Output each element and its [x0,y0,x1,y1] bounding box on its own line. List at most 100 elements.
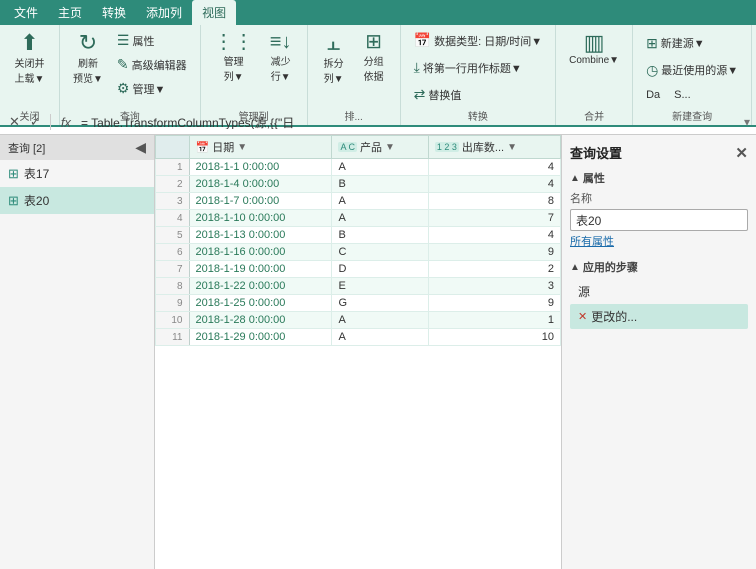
group-by-icon: ⊞ [365,32,382,52]
adv-editor-icon: ✎ [117,56,129,73]
step-error-icon: ✕ [578,310,587,323]
tab-transform[interactable]: 转换 [92,0,136,25]
row-num-cell: 1 [156,159,190,176]
qs-step-source[interactable]: 源 [570,279,748,304]
output-cell: 7 [428,210,560,227]
formula-bar-buttons: ✕ ✓ [6,114,44,130]
adv-editor-button[interactable]: ✎ 高级编辑器 [112,53,192,76]
manage-cols-button[interactable]: ⋮⋮ 管理列▼ [209,29,259,86]
table-body: 1 2018-1-1 0:00:00 A 4 2 2018-1-4 0:00:0… [156,159,561,346]
query-settings-panel: 查询设置 ✕ ▲ 属性 名称 所有属性 ▲ 应用的步骤 源 ✕ 更改的... [561,135,756,569]
replace-val-button[interactable]: ⇄ 替换值 [409,83,467,106]
split-col-button[interactable]: ⫠ 拆分列▼ [316,29,352,88]
ribbon-group-manage-cols: ⋮⋮ 管理列▼ ≡↓ 减少行▼ 管理列 [201,25,308,125]
date-cell: 2018-1-16 0:00:00 [189,244,332,261]
table-row: 5 2018-1-13 0:00:00 B 4 [156,227,561,244]
formula-expand-button[interactable]: ▾ [744,115,750,129]
table-row: 10 2018-1-28 0:00:00 A 1 [156,312,561,329]
qs-title: 查询设置 [570,143,622,162]
product-filter-icon[interactable]: ▼ [385,142,395,153]
reduce-rows-label: 减少行▼ [271,53,291,83]
product-cell: C [332,244,428,261]
adv-editor-label: 高级编辑器 [132,57,187,73]
query-col-btns: ☰ 属性 ✎ 高级编辑器 ⚙ 管理▼ [112,29,192,100]
output-filter-icon[interactable]: ▼ [507,142,517,153]
output-cell: 1 [428,312,560,329]
product-cell: A [332,193,428,210]
table-row: 2 2018-1-4 0:00:00 B 4 [156,176,561,193]
qs-header: 查询设置 ✕ [570,143,748,162]
main-area: 查询 [2] ◀ ⊞ 表17 ⊞ 表20 📅 日期 [0,135,756,569]
first-row-button[interactable]: ⤓ 将第一行用作标题▼ [409,56,527,79]
tab-home[interactable]: 主页 [48,0,92,25]
close-upload-button[interactable]: ⬆ 关闭并上载▼ [10,29,50,88]
row-num-cell: 3 [156,193,190,210]
properties-section-label: 属性 [583,170,605,186]
properties-label: 属性 [132,33,154,49]
new-query-group-items: ⊞ 新建源▼ ◷ 最近使用的源▼ Da S... [641,29,743,106]
sidebar-collapse-button[interactable]: ◀ [135,139,146,156]
da2-button[interactable]: S... [669,86,696,104]
data-type-icon: 📅 [414,32,431,49]
qs-name-input[interactable] [570,209,748,231]
product-cell: A [332,159,428,176]
qs-step-changed[interactable]: ✕ 更改的... [570,304,748,329]
refresh-icon: ↻ [79,32,97,54]
properties-arrow-icon: ▲ [570,173,580,184]
reduce-rows-icon: ≡↓ [270,32,292,52]
date-filter-icon[interactable]: ▼ [237,142,247,153]
qs-properties-title: ▲ 属性 [570,170,748,186]
combine-icon: ▥ [584,32,605,54]
sidebar-item-table20[interactable]: ⊞ 表20 [0,187,154,214]
da1-label: Da [646,89,660,101]
sidebar-header: 查询 [2] ◀ [0,135,154,160]
reduce-rows-button[interactable]: ≡↓ 减少行▼ [263,29,299,86]
row-num-cell: 7 [156,261,190,278]
date-cell: 2018-1-13 0:00:00 [189,227,332,244]
da1-button[interactable]: Da [641,86,665,104]
query-group-items: ↻ 刷新预览▼ ☰ 属性 ✎ 高级编辑器 ⚙ 管理▼ [68,29,192,106]
tab-file[interactable]: 文件 [4,0,48,25]
date-cell: 2018-1-25 0:00:00 [189,295,332,312]
tab-view[interactable]: 视图 [192,0,236,25]
da-buttons: Da S... [641,86,696,104]
row-num-header [156,136,190,159]
manage-button[interactable]: ⚙ 管理▼ [112,77,192,100]
tab-add-col[interactable]: 添加列 [136,0,192,25]
date-cell: 2018-1-7 0:00:00 [189,193,332,210]
formula-input[interactable] [81,115,738,129]
new-source-button[interactable]: ⊞ 新建源▼ [641,32,710,55]
date-cell: 2018-1-28 0:00:00 [189,312,332,329]
sidebar-item-table17[interactable]: ⊞ 表17 [0,160,154,187]
manage-label: 管理▼ [132,81,165,97]
group-by-button[interactable]: ⊞ 分组依据 [356,29,392,86]
ribbon-tabs: 文件 主页 转换 添加列 视图 [0,0,756,25]
manage-cols-label: 管理列▼ [224,53,244,83]
combine-label: Combine▼ [569,55,619,66]
steps-arrow-icon: ▲ [570,262,580,273]
properties-button[interactable]: ☰ 属性 [112,29,192,52]
qs-all-props-link[interactable]: 所有属性 [570,233,748,249]
changed-step-label: 更改的... [591,308,637,325]
row-num-cell: 6 [156,244,190,261]
replace-val-icon: ⇄ [414,86,426,103]
combine-button[interactable]: ▥ Combine▼ [564,29,624,69]
data-table: 📅 日期 ▼ A C 产品 ▼ [155,135,561,346]
formula-bar-separator [50,114,51,130]
date-cell: 2018-1-10 0:00:00 [189,210,332,227]
formula-cancel-button[interactable]: ✕ [6,114,23,130]
data-type-button[interactable]: 📅 数据类型: 日期/时间▼ [409,29,548,52]
new-source-label: 新建源▼ [661,35,705,51]
table-row: 6 2018-1-16 0:00:00 C 9 [156,244,561,261]
formula-confirm-button[interactable]: ✓ [27,114,44,130]
data-table-wrap[interactable]: 📅 日期 ▼ A C 产品 ▼ [155,135,561,569]
qs-close-button[interactable]: ✕ [735,144,748,162]
steps-section-label: 应用的步骤 [583,259,638,275]
close-upload-label: 关闭并上载▼ [15,55,45,85]
first-row-label: 将第一行用作标题▼ [423,60,522,76]
date-type-icon: 📅 [196,141,210,154]
recent-source-button[interactable]: ◷ 最近使用的源▼ [641,59,743,82]
row-num-cell: 9 [156,295,190,312]
refresh-button[interactable]: ↻ 刷新预览▼ [68,29,108,88]
product-type-badge: A C [338,142,357,152]
